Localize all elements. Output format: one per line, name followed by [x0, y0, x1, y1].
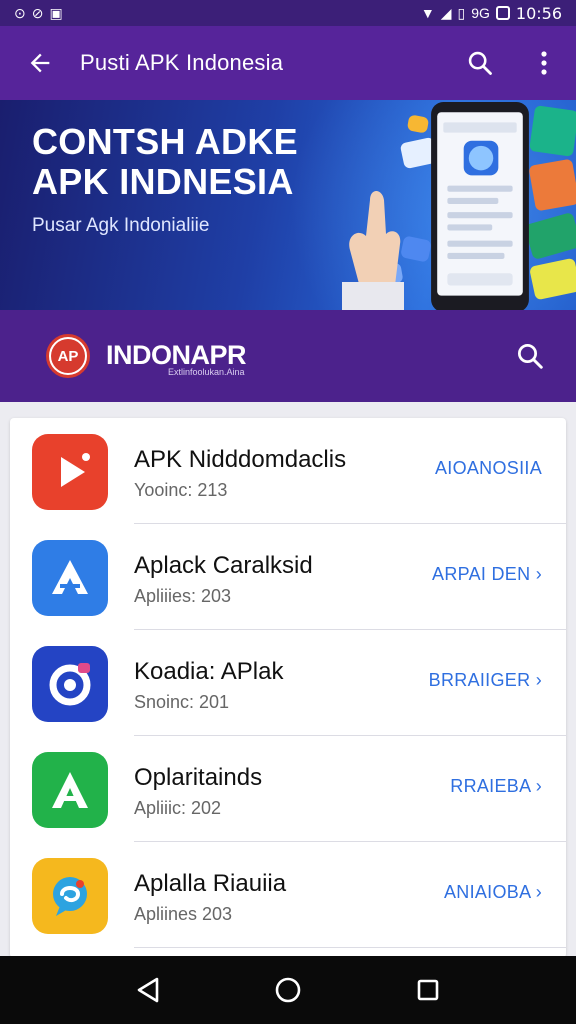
alert-icon: ⊘ — [31, 5, 44, 21]
sync-icon: ⊙ — [14, 5, 26, 21]
banner-subtitle: Pusar Agk Indonialiie — [32, 215, 210, 236]
app-meta: Apliines 203 — [134, 904, 233, 924]
promo-banner[interactable]: CONTSH ADKE APK INDNESIA Pusar Agk Indon… — [0, 100, 576, 310]
status-right: ▼ ◢ ▯ 9G 10:56 — [421, 4, 562, 23]
battery-icon — [495, 6, 510, 20]
app-action-link[interactable]: RRAIEBA › — [450, 776, 542, 797]
search-icon — [468, 51, 492, 75]
app-icon — [32, 858, 108, 934]
floating-card-icon — [528, 158, 576, 212]
vibrate-icon: ▯ — [457, 5, 466, 21]
app-action-link[interactable]: ARPAI DEN › — [432, 564, 542, 585]
list-item[interactable]: Aplack Caralksid Apliiies: 203 ARPAI DEN… — [10, 524, 566, 630]
floating-card-icon — [529, 105, 576, 157]
app-name: APK Nidddomdaclis — [134, 446, 347, 473]
status-time: 10:56 — [515, 3, 562, 23]
system-nav-bar — [0, 956, 576, 1024]
status-left: ⊙ ⊘ ▣ — [14, 6, 63, 20]
nav-back-button[interactable] — [118, 960, 178, 1020]
app-meta: Snoinc: 201 — [134, 692, 230, 712]
search-icon — [518, 344, 543, 369]
hand-illustration-icon — [342, 191, 404, 310]
banner-headline-line1: CONTSH ADKE — [32, 121, 298, 162]
app-list: APK Nidddomdaclis Yooinc: 213 AIOANOSIIA… — [10, 418, 566, 958]
image-icon: ▣ — [49, 5, 63, 21]
toolbar: Pusti APK Indonesia — [0, 26, 576, 100]
back-arrow-icon — [30, 53, 50, 73]
home-circle-icon — [275, 977, 301, 1003]
app-icon — [32, 646, 108, 722]
play-icon — [61, 453, 90, 487]
a-triangle-icon — [52, 560, 88, 594]
back-button[interactable] — [0, 26, 80, 100]
wifi-icon: ▼ — [420, 5, 435, 21]
nav-home-button[interactable] — [258, 960, 318, 1020]
brand-search-button[interactable] — [500, 310, 560, 402]
list-item[interactable]: Aplalla Riauiia Apliines 203 ANIAIOBA › — [10, 842, 566, 948]
divider — [134, 947, 566, 948]
app-action-link[interactable]: ANIAIOBA › — [444, 882, 542, 903]
list-item[interactable]: Koadia: APlak Snoinc: 201 BRRAIIGER › — [10, 630, 566, 736]
banner-headline: CONTSH ADKE APK INDNESIA — [32, 122, 298, 202]
nav-recents-button[interactable] — [398, 960, 458, 1020]
more-vert-icon — [541, 51, 547, 75]
chat-bubble-icon — [53, 877, 87, 916]
a-letter-icon — [52, 772, 88, 808]
ring-icon — [49, 663, 91, 706]
more-options-button[interactable] — [512, 26, 576, 100]
app-action-link[interactable]: AIOANOSIIA — [435, 458, 542, 479]
app-meta: Apliiies: 203 — [134, 586, 232, 606]
signal-text: 9G — [471, 5, 490, 21]
app-meta: Yooinc: 213 — [134, 480, 228, 500]
app-action-link[interactable]: BRRAIIGER › — [429, 670, 542, 691]
app-icon — [32, 752, 108, 828]
app-meta: Apliiic: 202 — [134, 798, 222, 818]
app-icon — [32, 540, 108, 616]
app-name: Koadia: APlak — [134, 658, 284, 685]
app-name: Aplack Caralksid — [134, 552, 313, 579]
toolbar-title: Pusti APK Indonesia — [80, 50, 284, 75]
brand-tagline: Extlinfoolukan.Aina — [168, 367, 245, 377]
search-button[interactable] — [448, 26, 512, 100]
list-item[interactable]: APK Nidddomdaclis Yooinc: 213 AIOANOSIIA — [10, 418, 566, 524]
floating-card-icon — [406, 114, 430, 134]
app-icon — [32, 434, 108, 510]
app-name: Oplaritainds — [134, 764, 263, 791]
brand-logo: AP — [46, 334, 90, 378]
status-bar: ⊙ ⊘ ▣ ▼ ◢ ▯ 9G 10:56 — [0, 0, 576, 26]
list-item[interactable]: Oplaritainds Apliiic: 202 RRAIEBA › — [10, 736, 566, 842]
recents-square-icon — [417, 979, 439, 1001]
cell-signal-icon: ◢ — [440, 5, 452, 21]
brand-logo-text: AP — [51, 339, 85, 373]
back-triangle-icon — [137, 977, 159, 1003]
app-name: Aplalla Riauiia — [134, 870, 287, 897]
phone-illustration-icon — [431, 102, 529, 310]
banner-headline-line2: APK INDNESIA — [32, 161, 294, 202]
